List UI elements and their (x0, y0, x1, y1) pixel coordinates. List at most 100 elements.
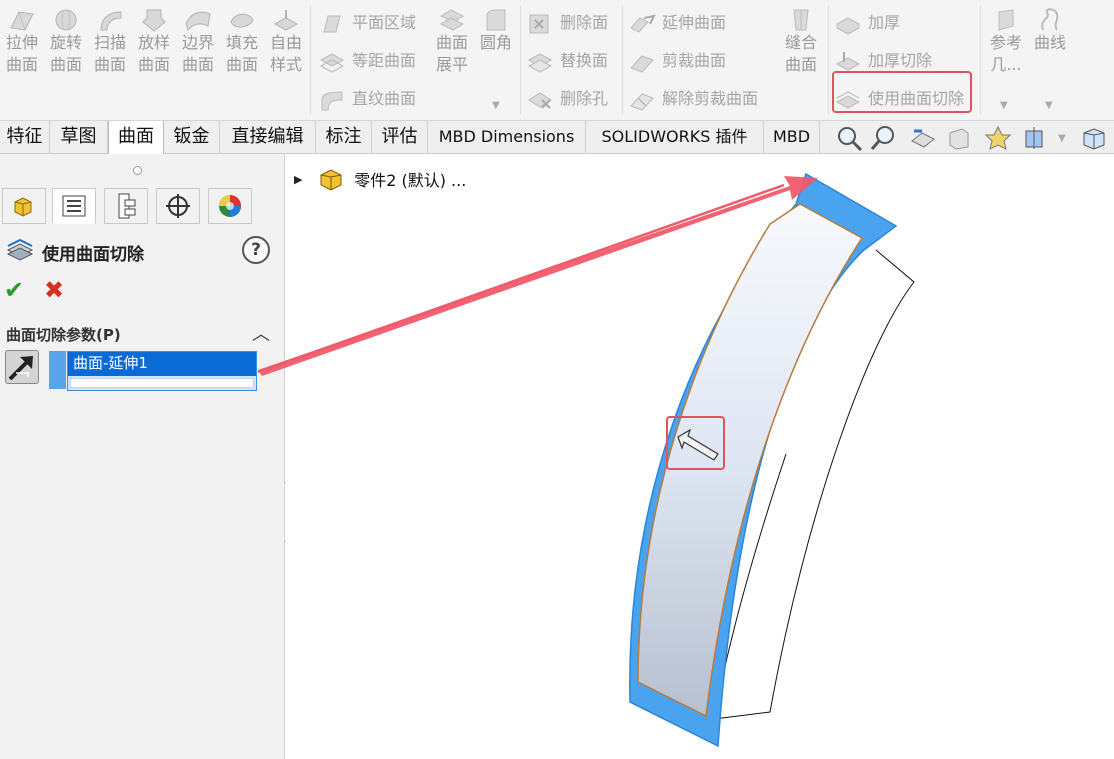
view-orientation-icon[interactable] (984, 125, 1014, 151)
curves-dropdown-arrow-icon[interactable]: ▼ (1045, 100, 1053, 111)
untrim-surface-button[interactable]: 解除剪裁曲面 (628, 84, 758, 114)
swept-surface-button[interactable]: 扫描 曲面 (90, 4, 130, 76)
previous-view-icon[interactable] (908, 125, 938, 151)
untrim-surface-icon (628, 88, 656, 112)
revolved-surface-icon (51, 8, 81, 32)
button-label: 填充 (225, 33, 258, 52)
button-label: 曲面 (784, 55, 817, 74)
lofted-surface-button[interactable]: 放样 曲面 (134, 4, 174, 76)
display-style-dropdown-arrow-icon[interactable]: ▼ (1058, 133, 1066, 144)
dimxpert-manager-tab[interactable] (156, 188, 200, 224)
button-label: 曲面 (137, 55, 170, 74)
help-icon[interactable]: ? (242, 236, 270, 264)
tab-sheet-metal[interactable]: 钣金 (164, 121, 220, 154)
boundary-surface-icon (183, 8, 213, 32)
feature-manager-icon (14, 197, 32, 217)
hide-show-items-icon[interactable] (1078, 125, 1108, 151)
filled-surface-icon (227, 8, 257, 32)
button-label: 曲面 (49, 55, 82, 74)
graphics-area[interactable]: ▶ 零件2 (默认) ... (286, 154, 1114, 759)
delete-hole-button[interactable]: 删除孔 (526, 84, 608, 114)
tab-direct-editing[interactable]: 直接编辑 (220, 121, 316, 154)
button-label: 替换面 (560, 51, 609, 70)
planar-surface-button[interactable]: 平面区域 (318, 8, 416, 38)
list-item[interactable]: 曲面-延伸1 (68, 352, 256, 376)
reference-dropdown-arrow-icon[interactable]: ▼ (1000, 100, 1008, 111)
feature-manager-tab[interactable] (2, 188, 46, 224)
ribbon-separator (622, 6, 623, 114)
thicken-icon (834, 12, 862, 36)
button-label: 延伸曲面 (662, 13, 727, 32)
panel-grip-icon[interactable] (133, 166, 142, 175)
freeform-icon (271, 8, 301, 32)
reverse-direction-button[interactable] (5, 350, 39, 384)
property-manager-icon (62, 195, 86, 217)
button-label: 样式 (269, 55, 302, 74)
surface-cut-parameters-group[interactable]: 曲面切除参数(P) ︿ (0, 318, 284, 346)
filled-surface-button[interactable]: 填充 曲面 (222, 4, 262, 76)
button-label: 加厚切除 (868, 51, 933, 70)
tab-mbd-dimensions[interactable]: MBD Dimensions (428, 121, 586, 154)
expand-arrow-icon[interactable]: ▶ (294, 173, 312, 186)
crosshair-icon (166, 194, 190, 218)
button-label: 展平 (435, 55, 468, 74)
reference-geometry-button[interactable]: 参考 几... (984, 4, 1028, 76)
model-view (629, 172, 915, 748)
button-label: 拉伸 (5, 33, 38, 52)
trim-surface-button[interactable]: 剪裁曲面 (628, 46, 726, 76)
display-manager-tab[interactable] (208, 188, 252, 224)
button-label: 圆角 (479, 33, 512, 52)
surface-flatten-button[interactable]: 曲面 展平 (430, 4, 474, 76)
knit-surface-button[interactable]: 缝合 曲面 (778, 4, 824, 76)
tab-markup[interactable]: 标注 (316, 121, 372, 154)
property-manager-panel: 使用曲面切除 ? ✔ ✖ 曲面切除参数(P) ︿ 曲面-延伸1 (0, 154, 285, 759)
button-label: 边界 (181, 33, 214, 52)
solidworks-window: 拉伸 曲面 旋转 曲面 扫描 曲面 放样 曲面 边界 曲面 填充 曲面 自由 样… (0, 0, 1114, 759)
group-title: 曲面切除参数(P) (6, 326, 121, 344)
knit-surface-icon (786, 8, 816, 32)
tab-solidworks-addins[interactable]: SOLIDWORKS 插件 (586, 121, 764, 154)
revolved-surface-button[interactable]: 旋转 曲面 (46, 4, 86, 76)
tab-features[interactable]: 特征 (0, 121, 50, 154)
collapse-chevron-icon[interactable]: ︿ (252, 320, 270, 346)
surface-cut-highlight-box (832, 71, 972, 113)
configuration-manager-tab[interactable] (104, 188, 148, 224)
extruded-surface-button[interactable]: 拉伸 曲面 (2, 4, 42, 76)
button-label: 解除剪裁曲面 (662, 89, 759, 108)
ribbon-separator (310, 6, 311, 114)
delete-hole-icon (526, 88, 554, 112)
freeform-button[interactable]: 自由 样式 (266, 4, 306, 76)
button-label: 曲面 (5, 55, 38, 74)
curves-button[interactable]: 曲线 (1030, 4, 1070, 54)
surface-selection-box[interactable]: 曲面-延伸1 (67, 351, 257, 391)
fillet-button[interactable]: 圆角 (476, 4, 516, 54)
tab-mbd[interactable]: MBD (764, 121, 820, 154)
tab-evaluate[interactable]: 评估 (372, 121, 428, 154)
delete-face-button[interactable]: 删除面 (526, 8, 608, 38)
zoom-to-fit-icon[interactable] (834, 125, 864, 152)
button-label: 曲面 (225, 55, 258, 74)
fillet-dropdown-arrow-icon[interactable]: ▼ (492, 100, 500, 111)
thicken-button[interactable]: 加厚 (834, 8, 900, 38)
tab-surfaces[interactable]: 曲面 (108, 121, 164, 155)
section-view-icon[interactable] (944, 125, 974, 151)
thicken-cut-icon (834, 50, 862, 74)
property-manager-tab[interactable] (52, 188, 96, 224)
lofted-surface-icon (139, 8, 169, 32)
display-style-icon[interactable] (1022, 125, 1052, 151)
tab-sketch[interactable]: 草图 (50, 121, 108, 154)
feature-tree-root[interactable]: ▶ 零件2 (默认) ... (294, 166, 466, 192)
reverse-direction-icon (8, 356, 33, 381)
offset-surface-button[interactable]: 等距曲面 (318, 46, 416, 76)
extend-surface-button[interactable]: 延伸曲面 (628, 8, 726, 38)
replace-face-icon (526, 50, 554, 74)
zoom-to-area-icon[interactable] (870, 125, 900, 151)
button-label: 曲面 (435, 33, 468, 52)
boundary-surface-button[interactable]: 边界 曲面 (178, 4, 218, 76)
extend-surface-icon (628, 12, 656, 36)
selection-box-empty-row (70, 378, 254, 388)
replace-face-button[interactable]: 替换面 (526, 46, 608, 76)
ok-check-icon[interactable]: ✔ (4, 276, 24, 304)
cancel-x-icon[interactable]: ✖ (44, 276, 64, 304)
ruled-surface-button[interactable]: 直纹曲面 (318, 84, 416, 114)
